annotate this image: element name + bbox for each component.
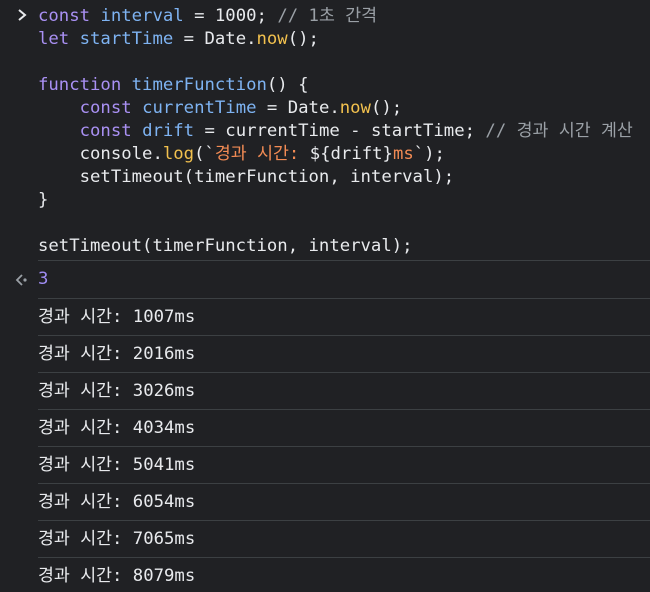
code-token: now (256, 29, 288, 49)
code-token: (); (287, 29, 319, 49)
return-value-row: 3 (15, 261, 650, 299)
log-message[interactable]: 경과 시간: 1007ms (38, 299, 650, 336)
code-line: console.log(`경과 시간: ${drift}ms`); (38, 143, 650, 166)
code-line: } (38, 189, 650, 212)
code-token: ms (392, 144, 414, 164)
code-line: function timerFunction() { (38, 74, 650, 97)
code-token: ; (256, 6, 278, 26)
code-token: now (339, 98, 371, 118)
log-message[interactable]: 경과 시간: 8079ms (38, 558, 650, 592)
code-token: 1000 (214, 6, 257, 26)
code-token: console. (38, 144, 163, 164)
code-token: = Date. (256, 98, 340, 118)
log-message[interactable]: 경과 시간: 3026ms (38, 373, 650, 410)
log-message[interactable]: 경과 시간: 2016ms (38, 336, 650, 373)
code-token: ${drift} (309, 144, 393, 164)
code-token: log (162, 144, 195, 164)
code-line: const interval = 1000; // 1초 간격 (38, 5, 650, 28)
console-input-entry[interactable]: const interval = 1000; // 1초 간격 let start… (18, 0, 650, 261)
chevron-right-icon (16, 8, 28, 22)
code-line: setTimeout(timerFunction, interval); (38, 235, 650, 258)
code-line: let startTime = Date.now(); (38, 28, 650, 51)
code-token: const (79, 98, 143, 118)
return-arrow-icon (14, 273, 28, 287)
code-token: () { (266, 75, 309, 95)
code-token: setTimeout(timerFunction, interval); (38, 236, 413, 256)
log-list: 경과 시간: 1007ms 경과 시간: 2016ms 경과 시간: 3026ms 경… (0, 299, 650, 592)
code-token: setTimeout(timerFunction, interval); (38, 167, 455, 187)
code-token: // 경과 시간 계산 (485, 121, 633, 141)
code-token: = Date. (173, 29, 257, 49)
code-token: 경과 시간: (214, 144, 310, 164)
code-token: // 1초 간격 (277, 6, 378, 26)
code-block: const interval = 1000; // 1초 간격 let start… (38, 5, 650, 258)
devtools-console: const interval = 1000; // 1초 간격 let start… (0, 0, 650, 592)
code-token: let (38, 29, 80, 49)
code-line: setTimeout(timerFunction, interval); (38, 166, 650, 189)
code-token: const (38, 6, 101, 26)
code-token: function (38, 75, 132, 95)
code-token: = currentTime - startTime; (194, 121, 486, 141)
code-token: timerFunction (131, 75, 267, 95)
code-token: = (183, 6, 215, 26)
code-token: startTime (79, 29, 174, 49)
log-message[interactable]: 경과 시간: 7065ms (38, 521, 650, 558)
log-message[interactable]: 경과 시간: 5041ms (38, 447, 650, 484)
log-message[interactable]: 경과 시간: 6054ms (38, 484, 650, 521)
code-token: const (79, 121, 143, 141)
code-token: interval (100, 6, 184, 26)
code-line: const drift = currentTime - startTime; /… (38, 120, 650, 143)
code-token: (); (370, 98, 403, 118)
code-token: drift (142, 121, 195, 141)
code-token: currentTime (142, 98, 257, 118)
return-value[interactable]: 3 (38, 269, 48, 289)
code-token: (` (194, 144, 215, 164)
code-token: } (38, 190, 49, 210)
code-token: `); (413, 144, 445, 164)
code-line: const currentTime = Date.now(); (38, 97, 650, 120)
log-message[interactable]: 경과 시간: 4034ms (38, 410, 650, 447)
